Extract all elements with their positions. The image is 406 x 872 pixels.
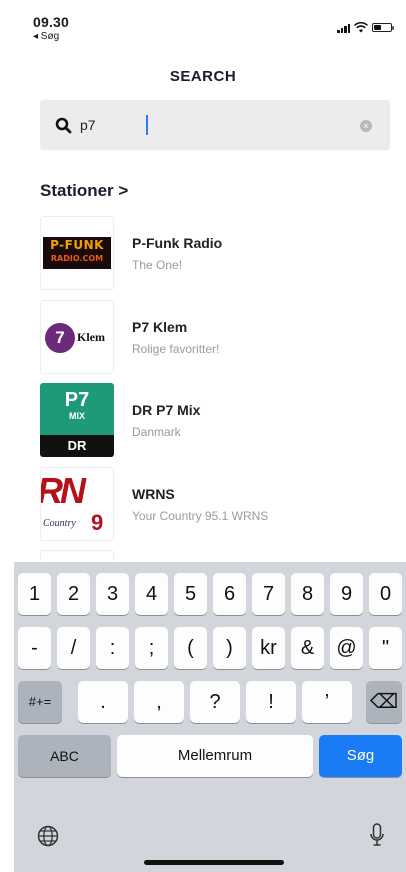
key-comma[interactable]: , [134,681,184,723]
page-title: SEARCH [169,68,237,85]
signal-icon [337,23,350,33]
key-ampersand[interactable]: & [291,627,324,669]
key-6[interactable]: 6 [213,573,246,615]
station-name: P-Funk Radio [132,235,223,251]
key-period[interactable]: . [78,681,128,723]
key-at[interactable]: @ [330,627,363,669]
station-row[interactable]: P7 MIX DR DR P7 Mix Danmark [40,383,400,461]
key-semicolon[interactable]: ; [135,627,168,669]
station-logo: 7 Klem [40,300,114,374]
logo-text: 7 [45,323,75,353]
status-icons [337,22,394,33]
station-logo-partial [40,550,114,562]
logo-brand: DR [40,435,114,457]
battery-icon [372,23,394,32]
key-0[interactable]: 0 [369,573,402,615]
key-close-paren[interactable]: ) [213,627,246,669]
key-8[interactable]: 8 [291,573,324,615]
back-to-app-link[interactable]: ◂ Søg [33,31,59,42]
station-subtitle: The One! [132,258,183,272]
key-hyphen[interactable]: - [18,627,51,669]
backspace-key[interactable]: ⌫ [366,681,402,723]
microphone-icon[interactable] [369,822,385,850]
key-5[interactable]: 5 [174,573,207,615]
section-stations-link[interactable]: Stationer > [40,181,128,201]
key-quote[interactable]: " [369,627,402,669]
key-2[interactable]: 2 [57,573,90,615]
station-row[interactable]: P-FUNK RADIO.COM P-Funk Radio The One! [40,216,400,294]
search-icon [55,117,72,134]
status-bar: 09.30 ◂ Søg [0,0,406,52]
logo-text: P7 [64,389,90,411]
home-indicator [144,860,284,865]
clock: 09.30 [33,14,70,30]
station-subtitle: Your Country 95.1 WRNS [132,509,269,523]
logo-subtext: RADIO.COM [50,254,104,263]
search-field[interactable]: × [40,100,390,150]
logo-number: 9 [91,510,104,535]
key-4[interactable]: 4 [135,573,168,615]
station-subtitle: Rolige favoritter! [132,342,220,356]
station-name: P7 Klem [132,319,188,335]
station-logo: P7 MIX DR [40,383,114,457]
station-row[interactable]: RN Country 9 WRNS Your Country 95.1 WRNS [40,467,400,545]
key-open-paren[interactable]: ( [174,627,207,669]
logo-subtext: Country [43,518,76,529]
search-go-key[interactable]: Søg [319,735,402,777]
keyboard: 1 2 3 4 5 6 7 8 9 0 - / : ; ( ) kr & @ "… [14,562,406,872]
station-row[interactable]: 7 Klem P7 Klem Rolige favoritter! [40,300,400,378]
key-1[interactable]: 1 [18,573,51,615]
key-7[interactable]: 7 [252,573,285,615]
logo-text: RN [40,470,86,511]
station-logo: P-FUNK RADIO.COM [40,216,114,290]
space-key[interactable]: Mellemrum [117,735,313,777]
station-name: DR P7 Mix [132,402,201,418]
station-logo: RN Country 9 [40,467,114,541]
text-caret [146,115,148,135]
search-input[interactable] [80,114,350,136]
key-3[interactable]: 3 [96,573,129,615]
key-9[interactable]: 9 [330,573,363,615]
station-name: WRNS [132,486,175,502]
key-apostrophe[interactable]: ’ [302,681,352,723]
logo-subtext: Klem [77,330,105,344]
station-subtitle: Danmark [132,425,181,439]
globe-icon[interactable] [36,824,60,848]
key-exclamation[interactable]: ! [246,681,296,723]
wifi-icon [354,22,368,33]
key-symbols[interactable]: #+= [18,681,62,723]
key-slash[interactable]: / [57,627,90,669]
key-abc[interactable]: ABC [18,735,111,777]
clear-icon[interactable]: × [360,120,372,132]
key-kr[interactable]: kr [252,627,285,669]
logo-subtext: MIX [68,411,85,421]
key-question[interactable]: ? [190,681,240,723]
logo-text: P-FUNK [50,238,104,252]
key-colon[interactable]: : [96,627,129,669]
